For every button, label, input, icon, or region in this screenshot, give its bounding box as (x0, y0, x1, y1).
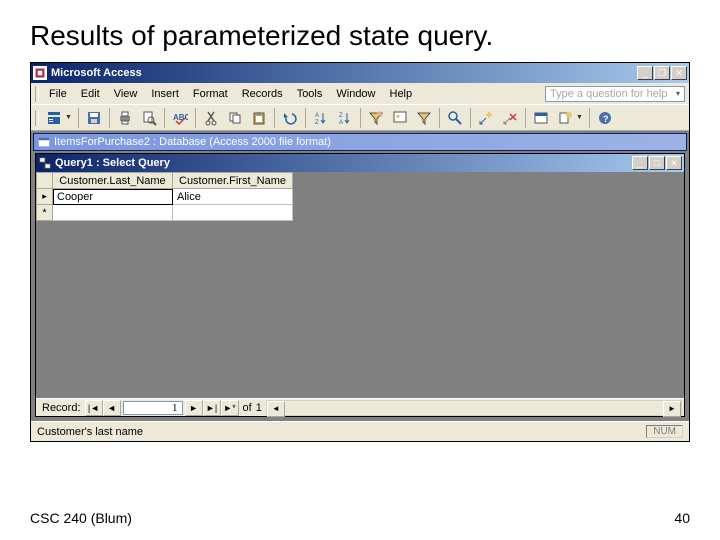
apply-filter-button[interactable] (413, 107, 435, 129)
record-label: Record: (38, 402, 85, 414)
query-window-title: Query1 : Select Query (55, 157, 632, 169)
svg-text:Z: Z (315, 120, 319, 126)
print-button[interactable] (114, 107, 136, 129)
record-number-input[interactable] (123, 401, 183, 415)
menu-view[interactable]: View (108, 86, 144, 102)
datasheet-empty-area (36, 221, 684, 398)
cell-firstname[interactable]: Alice (173, 189, 293, 205)
sort-asc-button[interactable]: AZ (310, 107, 332, 129)
cell-empty[interactable] (173, 205, 293, 221)
copy-button[interactable] (224, 107, 246, 129)
cell-empty[interactable] (53, 205, 173, 221)
table-row-new[interactable]: * (37, 205, 293, 221)
record-navigator: Record: |◄ ◄ ► ►| ►* of 1 (36, 398, 684, 416)
menu-insert[interactable]: Insert (145, 86, 185, 102)
svg-text:Z: Z (339, 113, 343, 119)
database-window-button[interactable] (530, 107, 552, 129)
child-close-button[interactable]: ✕ (666, 156, 682, 170)
menu-format[interactable]: Format (187, 86, 234, 102)
column-header-firstname[interactable]: Customer.First_Name (173, 173, 293, 189)
app-titlebar: Microsoft Access _ ❐ ✕ (31, 63, 689, 83)
database-icon (37, 135, 51, 149)
footer-page-number: 40 (674, 510, 690, 526)
query-datasheet-window: Query1 : Select Query _ □ ✕ Customer.Las… (35, 153, 685, 417)
nav-new-button[interactable]: ►* (221, 400, 239, 416)
chevron-down-icon[interactable]: ▼ (576, 114, 583, 121)
record-total: 1 (256, 402, 262, 414)
paste-button[interactable] (248, 107, 270, 129)
nav-last-button[interactable]: ►| (203, 400, 221, 416)
new-record-button[interactable] (475, 107, 497, 129)
footer-left: CSC 240 (Blum) (30, 510, 132, 526)
view-button[interactable] (43, 107, 65, 129)
filter-selection-button[interactable] (365, 107, 387, 129)
menu-file[interactable]: File (43, 86, 73, 102)
table-row[interactable]: ▸ Cooper Alice (37, 189, 293, 205)
toolbar-grip-icon[interactable] (35, 110, 39, 126)
toolbar: ▼ ABC AZ ZA ▼ ? (31, 105, 689, 131)
help-search-box[interactable]: Type a question for help ▾ (545, 86, 685, 102)
mdi-client-area: ItemsForPurchase2 : Database (Access 200… (31, 131, 689, 421)
find-button[interactable] (444, 107, 466, 129)
child-maximize-button[interactable]: □ (649, 156, 665, 170)
row-selector-current[interactable]: ▸ (37, 189, 53, 205)
menu-window[interactable]: Window (330, 86, 381, 102)
svg-text:A: A (315, 113, 319, 119)
chevron-down-icon: ▾ (676, 89, 680, 98)
cut-button[interactable] (200, 107, 222, 129)
sort-desc-button[interactable]: ZA (334, 107, 356, 129)
svg-text:?: ? (603, 114, 609, 124)
record-of-label: of (239, 402, 256, 414)
nav-prev-button[interactable]: ◄ (103, 400, 121, 416)
header-row: Customer.Last_Name Customer.First_Name (37, 173, 293, 189)
minimize-button[interactable]: _ (637, 66, 653, 80)
access-app-icon (33, 66, 47, 80)
new-object-button[interactable] (554, 107, 576, 129)
menu-help[interactable]: Help (384, 86, 419, 102)
delete-record-button[interactable] (499, 107, 521, 129)
child-minimize-button[interactable]: _ (632, 156, 648, 170)
row-selector-new[interactable]: * (37, 205, 53, 221)
query-icon (38, 156, 52, 170)
nav-first-button[interactable]: |◄ (85, 400, 103, 416)
close-button[interactable]: ✕ (671, 66, 687, 80)
database-window-titlebar[interactable]: ItemsForPurchase2 : Database (Access 200… (33, 133, 687, 151)
menu-tools[interactable]: Tools (291, 86, 329, 102)
spellcheck-button[interactable]: ABC (169, 107, 191, 129)
restore-button[interactable]: ❐ (654, 66, 670, 80)
slide-footer: CSC 240 (Blum) 40 (30, 510, 690, 526)
menubar-grip-icon[interactable] (35, 86, 39, 102)
help-placeholder: Type a question for help (550, 88, 667, 100)
svg-text:ABC: ABC (173, 113, 188, 122)
access-app-window: Microsoft Access _ ❐ ✕ File Edit View In… (30, 62, 690, 442)
horizontal-scrollbar[interactable] (266, 400, 682, 416)
filter-form-button[interactable] (389, 107, 411, 129)
app-title: Microsoft Access (51, 67, 637, 79)
save-button[interactable] (83, 107, 105, 129)
menu-edit[interactable]: Edit (75, 86, 106, 102)
undo-button[interactable] (279, 107, 301, 129)
menu-records[interactable]: Records (236, 86, 289, 102)
status-text: Customer's last name (37, 426, 143, 438)
app-window-controls: _ ❐ ✕ (637, 66, 687, 80)
slide-title: Results of parameterized state query. (0, 0, 720, 60)
status-numlock: NUM (646, 425, 683, 438)
menubar: File Edit View Insert Format Records Too… (31, 83, 689, 105)
svg-text:A: A (339, 120, 343, 126)
cell-lastname[interactable]: Cooper (53, 189, 173, 205)
database-window-title: ItemsForPurchase2 : Database (Access 200… (54, 136, 683, 148)
print-preview-button[interactable] (138, 107, 160, 129)
select-all-corner[interactable] (37, 173, 53, 189)
statusbar: Customer's last name NUM (31, 421, 689, 441)
query-titlebar[interactable]: Query1 : Select Query _ □ ✕ (36, 154, 684, 172)
column-header-lastname[interactable]: Customer.Last_Name (53, 173, 173, 189)
chevron-down-icon[interactable]: ▼ (65, 114, 72, 121)
datasheet[interactable]: Customer.Last_Name Customer.First_Name ▸… (36, 172, 684, 221)
help-button[interactable]: ? (594, 107, 616, 129)
nav-next-button[interactable]: ► (185, 400, 203, 416)
